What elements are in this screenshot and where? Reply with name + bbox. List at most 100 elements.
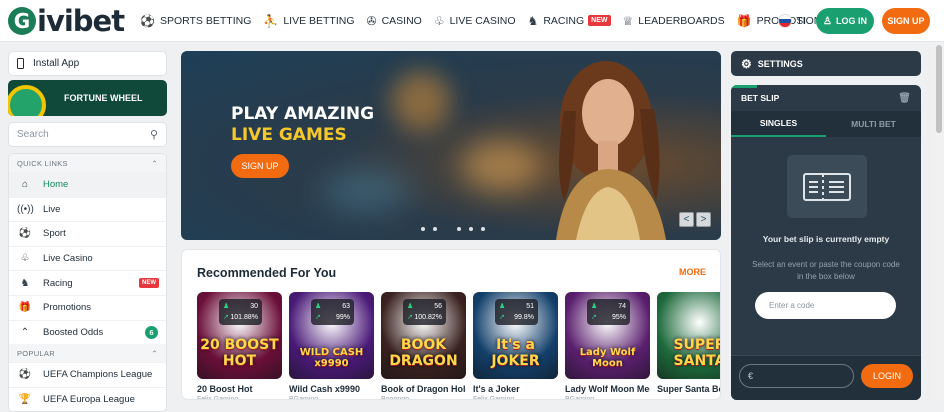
count-badge: 6: [145, 325, 158, 339]
nav-item-racing[interactable]: ♞ RACING NEW: [528, 14, 611, 28]
sidebar-item-label: Boosted Odds: [43, 326, 104, 338]
sidebar-item-uefa-europa-league[interactable]: 🏆 UEFA Europa League: [9, 386, 166, 412]
bet-slip-accent: [731, 85, 757, 88]
carousel-dot[interactable]: [433, 227, 437, 231]
carousel-dot[interactable]: [421, 227, 425, 231]
page-scrollbar[interactable]: [934, 42, 944, 400]
nav-item-label: RACING: [543, 14, 585, 27]
sidebar-item-home[interactable]: ⌂ Home: [9, 172, 166, 197]
game-thumbnail-title: It's a JOKER: [491, 337, 540, 369]
sidebar-item-uefa-champions-league[interactable]: ⚽ UEFA Champions League: [9, 362, 166, 387]
carousel-dot[interactable]: [481, 227, 485, 231]
logo[interactable]: G ivibet: [8, 4, 126, 38]
popular-header[interactable]: POPULAR ⌃: [9, 344, 166, 363]
sidebar-item-promotions[interactable]: 🎁 Promotions: [9, 294, 166, 320]
game-stats-badge: ♟ 74 ↗ 95%: [587, 299, 630, 325]
scrollbar-thumb[interactable]: [936, 45, 942, 133]
game-provider: BGaming: [565, 396, 595, 400]
trend-icon: ↗: [591, 314, 597, 321]
soccer-ball-icon: ⚽: [140, 13, 155, 28]
game-players: 56: [434, 303, 442, 310]
game-thumbnail[interactable]: ♟ 63 ↗ 99% WILD CASH x9990: [289, 292, 374, 379]
horse-icon: ♞: [20, 277, 30, 289]
bokeh-light: [461, 141, 541, 191]
game-thumbnail[interactable]: ♟ 30 ↗ 101.88% 20 BOOST HOT: [197, 292, 282, 379]
bet-slip-panel: BET SLIP 🗑 SINGLES MULTI BET Your bet sl…: [731, 85, 921, 400]
recommended-title: Recommended For You: [197, 266, 337, 280]
game-thumbnail-title: SUPER SANTA: [673, 337, 721, 369]
nav-item-leaderboards[interactable]: ♕ LEADERBOARDS: [623, 14, 725, 28]
players-icon: ♟: [499, 303, 506, 310]
carousel-dot[interactable]: [457, 227, 461, 231]
language-selector[interactable]: SI: [797, 16, 806, 27]
more-link[interactable]: MORE: [679, 267, 706, 277]
left-sidebar: Install App FORTUNE WHEEL Search ⚲ QUICK…: [8, 51, 167, 412]
sidebar-item-label: Promotions: [43, 302, 92, 314]
ticket-icon: [787, 155, 867, 218]
trash-icon[interactable]: 🗑: [898, 93, 911, 104]
game-card[interactable]: ♟ 30 ↗ 101.88% 20 BOOST HOT 20 Boost Hot F…: [197, 292, 282, 399]
fortune-wheel-banner[interactable]: FORTUNE WHEEL: [8, 80, 167, 116]
sidebar-item-live-casino[interactable]: ♧ Live Casino: [9, 245, 166, 271]
hero-woman-image: [556, 61, 666, 240]
game-card[interactable]: ♟ 74 ↗ 95% Lady Wolf Moon Lady Wolf Moon M…: [565, 292, 650, 400]
logo-mark: G: [8, 6, 36, 35]
game-rtp: 95%: [611, 314, 626, 321]
game-card[interactable]: ♟ 51 ↗ 99.8% It's a JOKER It's a Joker Fel…: [473, 292, 558, 400]
game-stats-badge: ♟ 51 ↗ 99.8%: [495, 299, 538, 325]
game-thumbnail[interactable]: ♟ 56 ↗ 100.82% BOOK DRAGON: [381, 292, 466, 379]
nav-item-live-casino[interactable]: ♧ LIVE CASINO: [434, 14, 516, 28]
tab-multi-bet[interactable]: MULTI BET: [826, 111, 921, 137]
leaderboard-icon: ♕: [622, 13, 634, 28]
sidebar-item-sport[interactable]: ⚽ Sport: [9, 221, 166, 246]
empty-slip-title: Your bet slip is currently empty: [762, 234, 890, 244]
carousel-next-button[interactable]: >: [696, 212, 711, 227]
bet-slip-login-button[interactable]: LOGIN: [861, 364, 913, 388]
user-icon: ♙: [823, 15, 832, 27]
players-icon: ♟: [315, 303, 322, 310]
game-card[interactable]: SUPER SANTA Super Santa Bonanza Win: [657, 292, 721, 399]
stake-input[interactable]: €: [739, 364, 854, 388]
sidebar-item-label: Sport: [43, 228, 66, 240]
game-rtp: 99%: [335, 314, 350, 321]
bet-slip-header: BET SLIP 🗑: [731, 85, 921, 111]
tab-singles[interactable]: SINGLES: [731, 111, 826, 137]
game-name: Wild Cash x9990: [289, 384, 360, 394]
game-card[interactable]: ♟ 56 ↗ 100.82% BOOK DRAGON Book of Dragon …: [381, 292, 466, 399]
login-button[interactable]: ♙ LOG IN: [816, 8, 874, 34]
hero-subheadline: LIVE GAMES: [231, 125, 347, 145]
quick-links-header[interactable]: QUICK LINKS ⌃: [9, 154, 166, 172]
carousel-prev-button[interactable]: <: [679, 212, 694, 227]
sidebar-item-live[interactable]: ((•)) Live: [9, 196, 166, 222]
search-placeholder: Search: [17, 129, 49, 140]
coupon-code-input[interactable]: Enter a code: [755, 292, 896, 319]
sidebar-item-boosted-odds[interactable]: ⌃ Boosted Odds 6: [9, 319, 166, 345]
install-app-button[interactable]: Install App: [8, 51, 167, 76]
bet-slip-title: BET SLIP: [741, 93, 780, 103]
settings-button[interactable]: ⚙ SETTINGS: [731, 51, 921, 76]
sidebar-item-label: Live Casino: [43, 253, 93, 265]
fortune-wheel-icon: [8, 85, 46, 116]
hero-headline: PLAY AMAZING: [231, 104, 375, 124]
game-thumbnail[interactable]: SUPER SANTA: [657, 292, 721, 379]
sidebar-item-label: Racing: [43, 277, 73, 289]
nav-item-casino[interactable]: ✇ CASINO: [367, 14, 422, 28]
quick-links-title: QUICK LINKS: [17, 158, 68, 168]
hero-signup-button[interactable]: SIGN UP: [231, 154, 289, 178]
hero-banner[interactable]: PLAY AMAZING LIVE GAMES SIGN UP < >: [181, 51, 721, 240]
nav-item-live-betting[interactable]: ⛹ LIVE BETTING: [263, 14, 354, 28]
phone-icon: [17, 58, 24, 69]
slovenia-flag-icon[interactable]: [777, 14, 792, 28]
game-players: 74: [618, 303, 626, 310]
login-button-label: LOG IN: [835, 16, 867, 26]
game-card[interactable]: ♟ 63 ↗ 99% WILD CASH x9990 Wild Cash x9990…: [289, 292, 374, 399]
game-thumbnail[interactable]: ♟ 51 ↗ 99.8% It's a JOKER: [473, 292, 558, 379]
nav-item-sports-betting[interactable]: ⚽ SPORTS BETTING: [140, 14, 251, 28]
carousel-dot[interactable]: [469, 227, 473, 231]
search-input[interactable]: Search ⚲: [8, 122, 167, 147]
sidebar-item-racing[interactable]: ♞ Racing NEW: [9, 270, 166, 295]
game-thumbnail[interactable]: ♟ 74 ↗ 95% Lady Wolf Moon: [565, 292, 650, 379]
main-nav: ⚽ SPORTS BETTING ⛹ LIVE BETTING ✇ CASINO ♧ LIVE…: [140, 12, 858, 30]
signup-button[interactable]: SIGN UP: [882, 8, 930, 34]
game-provider: Felix Gaming: [473, 396, 515, 400]
